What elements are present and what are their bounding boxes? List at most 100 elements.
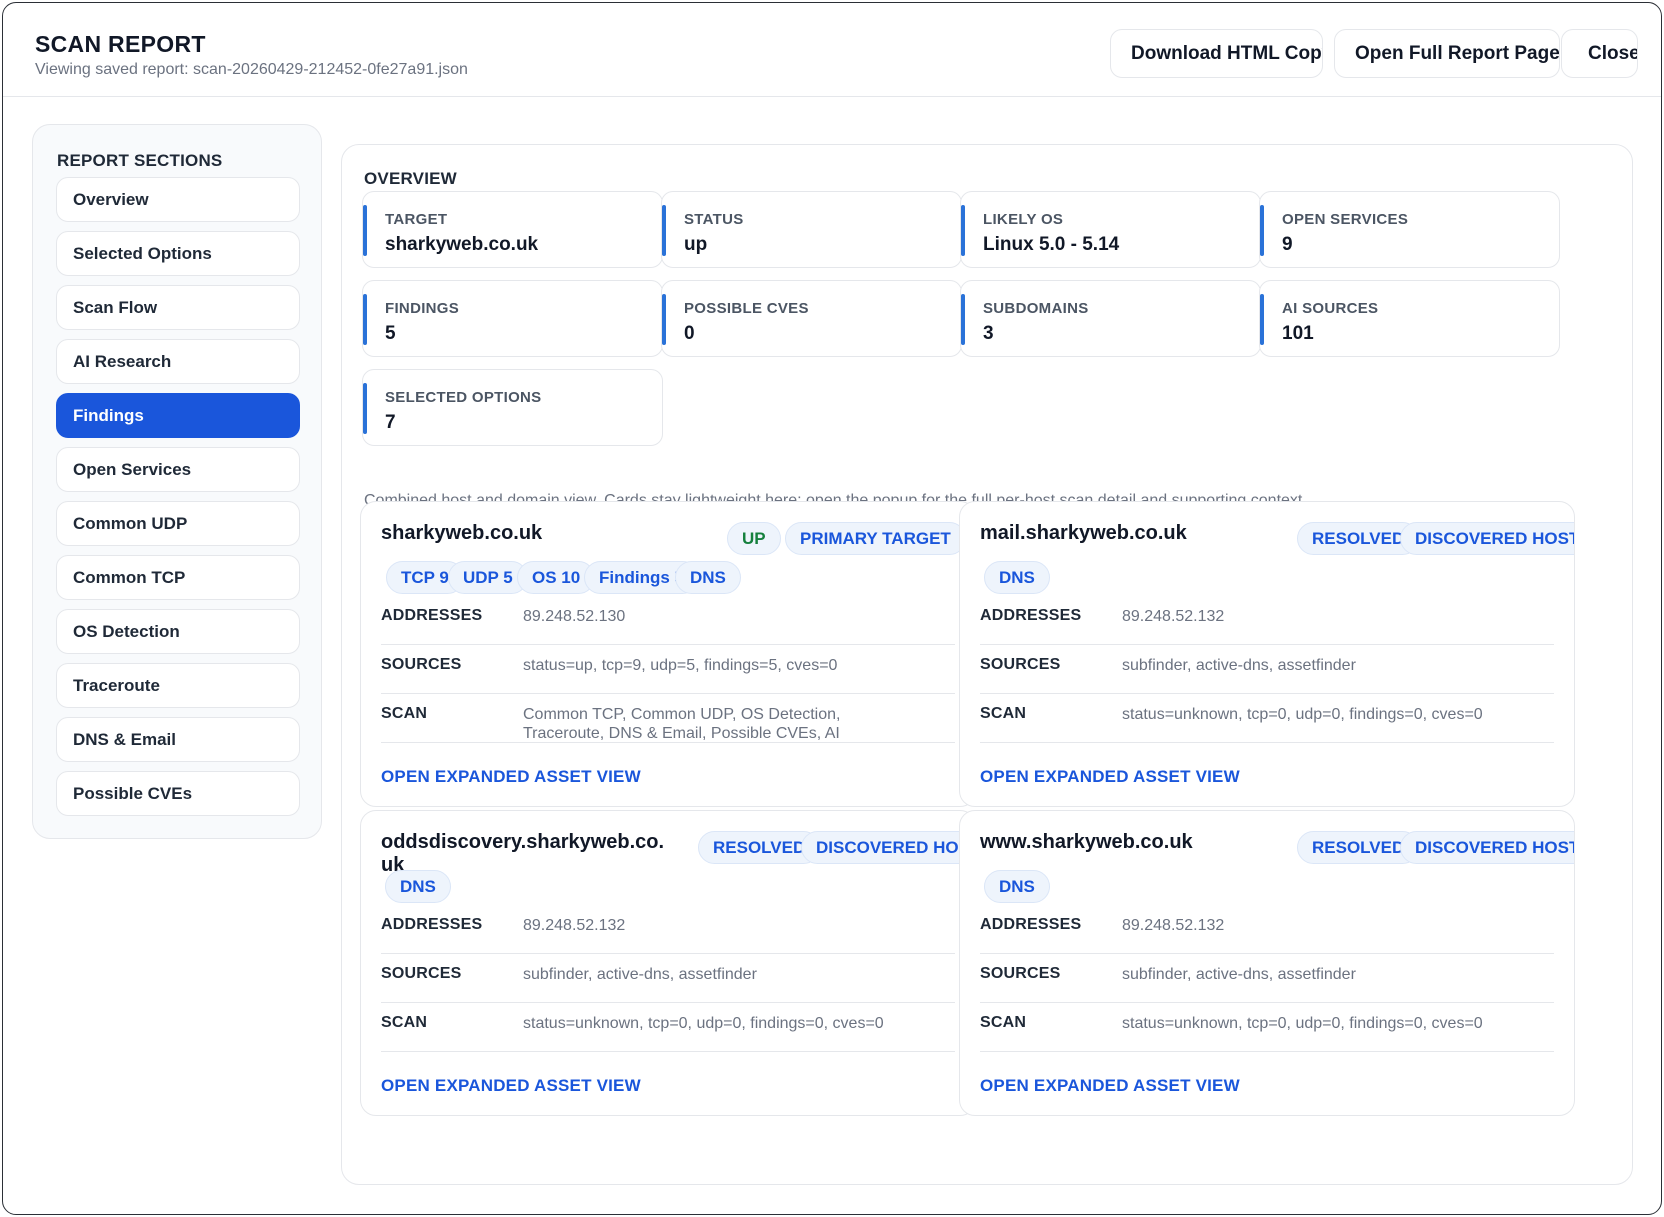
report-file-subtitle: Viewing saved report: scan-20260429-2124…	[35, 61, 468, 78]
asset-card: oddsdiscovery.sharkyweb.co.uk RESOLVED D…	[360, 810, 976, 1116]
sources-row: SOURCES status=up, tcp=9, udp=5, finding…	[381, 642, 955, 694]
row-label: SOURCES	[980, 656, 1061, 673]
addresses-row: ADDRESSES 89.248.52.132	[980, 593, 1554, 645]
tag-pill: DNS	[984, 561, 1050, 594]
open-full-report-button[interactable]: Open Full Report Page	[1334, 29, 1560, 78]
scan-report-modal: SCAN REPORT Viewing saved report: scan-2…	[2, 2, 1662, 1215]
asset-card: sharkyweb.co.uk UP PRIMARY TARGET TCP 9 …	[360, 501, 976, 807]
sidebar-nav: Overview Selected Options Scan Flow AI R…	[56, 177, 300, 825]
sidebar-item-traceroute[interactable]: Traceroute	[56, 663, 300, 708]
row-label: SCAN	[980, 1014, 1027, 1031]
asset-card: www.sharkyweb.co.uk RESOLVED DISCOVERED …	[959, 810, 1575, 1116]
modal-header: SCAN REPORT Viewing saved report: scan-2…	[3, 3, 1661, 97]
sidebar-item-overview[interactable]: Overview	[56, 177, 300, 222]
download-html-button[interactable]: Download HTML Copy	[1110, 29, 1323, 78]
stat-value: 101	[1282, 323, 1314, 344]
stat-card-selected-options: SELECTED OPTIONS 7	[362, 369, 663, 446]
sidebar-item-open-services[interactable]: Open Services	[56, 447, 300, 492]
stat-value: 7	[385, 412, 396, 433]
stat-card-target: TARGET sharkyweb.co.uk	[362, 191, 663, 268]
row-value: subfinder, active-dns, assetfinder	[1122, 966, 1356, 983]
open-expanded-asset-view-link[interactable]: OPEN EXPANDED ASSET VIEW	[381, 767, 641, 787]
type-badge: DISCOVERED HOSTNAME	[1400, 831, 1574, 864]
report-sections-sidebar: REPORT SECTIONS Overview Selected Option…	[32, 124, 322, 839]
overview-title: OVERVIEW	[364, 169, 457, 188]
stat-label: POSSIBLE CVES	[684, 300, 809, 317]
tag-pill: DNS	[385, 870, 451, 903]
row-value: subfinder, active-dns, assetfinder	[523, 966, 757, 983]
row-value: status=unknown, tcp=0, udp=0, findings=0…	[523, 1015, 884, 1032]
status-badge: UP	[727, 522, 781, 555]
row-label: SCAN	[980, 705, 1027, 722]
stat-label: AI SOURCES	[1282, 300, 1379, 317]
sidebar-item-ai-research[interactable]: AI Research	[56, 339, 300, 384]
tag-pill: DNS	[675, 561, 741, 594]
sidebar-item-dns-email[interactable]: DNS & Email	[56, 717, 300, 762]
asset-card: mail.sharkyweb.co.uk RESOLVED DISCOVERED…	[959, 501, 1575, 807]
type-badge: PRIMARY TARGET	[785, 522, 966, 555]
sidebar-item-common-udp[interactable]: Common UDP	[56, 501, 300, 546]
row-value: status=up, tcp=9, udp=5, findings=5, cve…	[523, 657, 838, 674]
row-label: SCAN	[381, 1014, 428, 1031]
row-label: SOURCES	[980, 965, 1061, 982]
sources-row: SOURCES subfinder, active-dns, assetfind…	[980, 642, 1554, 694]
type-badge: DISCOVERED HOSTNAME	[1400, 522, 1574, 555]
addresses-row: ADDRESSES 89.248.52.130	[381, 593, 955, 645]
stat-card-subdomains: SUBDOMAINS 3	[960, 280, 1261, 357]
asset-hostname: www.sharkyweb.co.uk	[980, 831, 1193, 853]
row-label: SOURCES	[381, 965, 462, 982]
row-value: status=unknown, tcp=0, udp=0, findings=0…	[1122, 706, 1483, 723]
sources-row: SOURCES subfinder, active-dns, assetfind…	[980, 951, 1554, 1003]
tag-pill: UDP 5	[448, 561, 528, 594]
sidebar-title: REPORT SECTIONS	[57, 151, 223, 170]
tag-pill: DNS	[984, 870, 1050, 903]
type-badge: DISCOVERED HOSTNAME	[801, 831, 975, 864]
row-label: SCAN	[381, 705, 428, 722]
page-title: SCAN REPORT	[35, 31, 206, 57]
open-expanded-asset-view-link[interactable]: OPEN EXPANDED ASSET VIEW	[980, 767, 1240, 787]
sidebar-item-possible-cves[interactable]: Possible CVEs	[56, 771, 300, 816]
sidebar-item-os-detection[interactable]: OS Detection	[56, 609, 300, 654]
stat-value: up	[684, 234, 708, 255]
row-value: 89.248.52.132	[1122, 917, 1225, 934]
stat-label: OPEN SERVICES	[1282, 211, 1409, 228]
stat-label: SUBDOMAINS	[983, 300, 1089, 317]
stat-card-status: STATUS up	[661, 191, 962, 268]
stat-label: LIKELY OS	[983, 211, 1064, 228]
stat-card-open-services: OPEN SERVICES 9	[1259, 191, 1560, 268]
stat-label: FINDINGS	[385, 300, 460, 317]
stat-value: 3	[983, 323, 994, 344]
stat-value: 5	[385, 323, 396, 344]
sidebar-item-findings[interactable]: Findings	[56, 393, 300, 438]
asset-hostname: mail.sharkyweb.co.uk	[980, 522, 1187, 544]
sidebar-item-scan-flow[interactable]: Scan Flow	[56, 285, 300, 330]
row-label: ADDRESSES	[381, 916, 483, 933]
overview-panel: OVERVIEW TARGET sharkyweb.co.uk STATUS u…	[341, 144, 1633, 1185]
stat-label: SELECTED OPTIONS	[385, 389, 542, 406]
close-button[interactable]: Close	[1561, 29, 1638, 78]
sidebar-item-selected-options[interactable]: Selected Options	[56, 231, 300, 276]
row-value: 89.248.52.130	[523, 608, 626, 625]
row-value: 89.248.52.132	[1122, 608, 1225, 625]
row-label: ADDRESSES	[381, 607, 483, 624]
row-label: ADDRESSES	[980, 916, 1082, 933]
row-label: SOURCES	[381, 656, 462, 673]
row-value: 89.248.52.132	[523, 917, 626, 934]
row-label: ADDRESSES	[980, 607, 1082, 624]
stat-value: Linux 5.0 - 5.14	[983, 234, 1120, 255]
stat-label: TARGET	[385, 211, 448, 228]
scan-row: SCAN Common TCP, Common UDP, OS Detectio…	[381, 691, 955, 743]
row-value: status=unknown, tcp=0, udp=0, findings=0…	[1122, 1015, 1483, 1032]
open-expanded-asset-view-link[interactable]: OPEN EXPANDED ASSET VIEW	[980, 1076, 1240, 1096]
stat-value: 9	[1282, 234, 1293, 255]
scan-row: SCAN status=unknown, tcp=0, udp=0, findi…	[980, 691, 1554, 743]
asset-hostname: sharkyweb.co.uk	[381, 522, 543, 544]
stat-card-possible-cves: POSSIBLE CVES 0	[661, 280, 962, 357]
addresses-row: ADDRESSES 89.248.52.132	[980, 902, 1554, 954]
open-expanded-asset-view-link[interactable]: OPEN EXPANDED ASSET VIEW	[381, 1076, 641, 1096]
sources-row: SOURCES subfinder, active-dns, assetfind…	[381, 951, 955, 1003]
stat-card-likely-os: LIKELY OS Linux 5.0 - 5.14	[960, 191, 1261, 268]
stat-value: 0	[684, 323, 695, 344]
row-value: subfinder, active-dns, assetfinder	[1122, 657, 1356, 674]
sidebar-item-common-tcp[interactable]: Common TCP	[56, 555, 300, 600]
